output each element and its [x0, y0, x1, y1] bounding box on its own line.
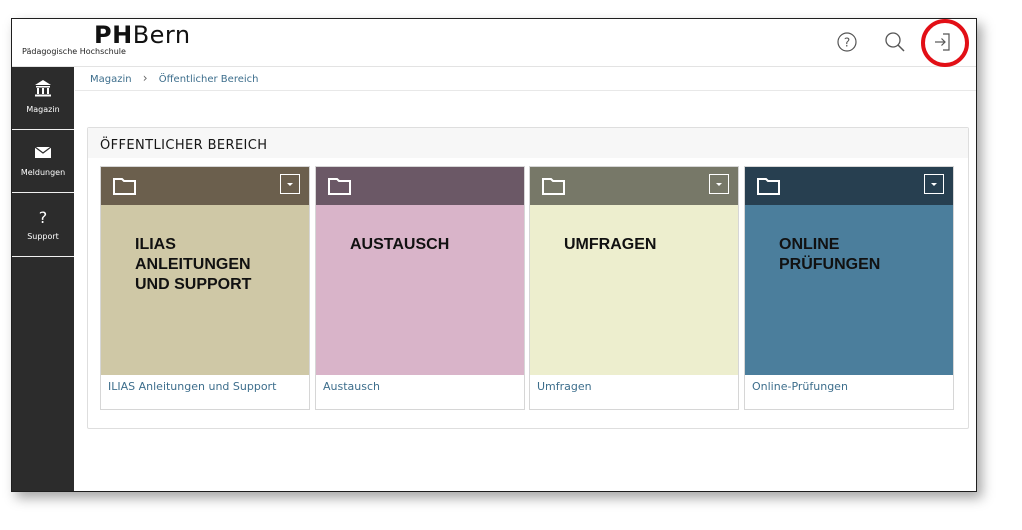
- sidebar-item-label: Support: [27, 232, 59, 241]
- tile-title-link[interactable]: ILIAS Anleitungen und Support: [108, 380, 276, 393]
- tile-title-link[interactable]: Online-Prüfungen: [752, 380, 848, 393]
- question-icon: ?: [12, 206, 74, 227]
- app-window: PHBern Pädagogische Hochschule ? Magazin…: [11, 18, 977, 492]
- tile-header: [530, 167, 738, 205]
- breadcrumb-item-magazin[interactable]: Magazin: [90, 74, 132, 85]
- divider: [75, 90, 976, 91]
- sidebar-item-label: Meldungen: [20, 168, 66, 177]
- content-panel: ÖFFENTLICHER BEREICH ILIAS ANLEITUNGEN U…: [87, 127, 969, 429]
- tile-umfragen[interactable]: UMFRAGEN Umfragen: [529, 166, 739, 410]
- search-icon[interactable]: [883, 30, 907, 54]
- svg-text:?: ?: [844, 36, 850, 50]
- page-title: ÖFFENTLICHER BEREICH: [100, 138, 268, 153]
- tile-actions-dropdown[interactable]: [280, 174, 300, 194]
- tile-image-text: AUSTAUSCH: [350, 236, 450, 253]
- top-header: PHBern Pädagogische Hochschule ?: [12, 19, 976, 67]
- folder-icon: [113, 176, 137, 196]
- bank-icon: [12, 79, 74, 99]
- sidebar-item-meldungen[interactable]: Meldungen: [12, 130, 74, 193]
- svg-text:?: ?: [39, 208, 48, 226]
- logo-subtitle: Pädagogische Hochschule: [22, 47, 126, 56]
- tile-ilias-anleitungen[interactable]: ILIAS ANLEITUNGEN UND SUPPORT ILIAS Anle…: [100, 166, 310, 410]
- tile-online-pruefungen[interactable]: ONLINE PRÜFUNGEN Online-Prüfungen: [744, 166, 954, 410]
- folder-icon: [757, 176, 781, 196]
- tile-image-text: ILIAS ANLEITUNGEN UND SUPPORT: [135, 236, 252, 293]
- tile-image-text: ONLINE PRÜFUNGEN: [779, 236, 881, 273]
- tile-header: [101, 167, 309, 205]
- sidebar-item-support[interactable]: ? Support: [12, 194, 74, 257]
- caret-down-icon: [931, 183, 937, 186]
- tile-image[interactable]: ONLINE PRÜFUNGEN: [745, 205, 953, 375]
- help-icon[interactable]: ?: [835, 30, 859, 54]
- logo-rest: Bern: [132, 21, 191, 49]
- logo[interactable]: PHBern: [94, 21, 191, 49]
- tile-image-text: UMFRAGEN: [564, 236, 657, 253]
- logo-strong: PH: [94, 21, 133, 49]
- tile-actions-dropdown[interactable]: [924, 174, 944, 194]
- tile-image[interactable]: AUSTAUSCH: [316, 205, 524, 375]
- envelope-icon: [12, 142, 74, 162]
- tile-image[interactable]: UMFRAGEN: [530, 205, 738, 375]
- caret-down-icon: [287, 183, 293, 186]
- tile-title-link[interactable]: Austausch: [323, 380, 380, 393]
- sidebar-item-magazin[interactable]: Magazin: [12, 67, 74, 130]
- caret-down-icon: [716, 183, 722, 186]
- breadcrumb: Magazin › Öffentlicher Bereich: [90, 71, 258, 85]
- tile-header: [745, 167, 953, 205]
- tile-title-link[interactable]: Umfragen: [537, 380, 592, 393]
- breadcrumb-item-current[interactable]: Öffentlicher Bereich: [159, 74, 259, 85]
- sidebar: Magazin Meldungen ? Support: [12, 67, 74, 491]
- tile-image[interactable]: ILIAS ANLEITUNGEN UND SUPPORT: [101, 205, 309, 375]
- tile-austausch[interactable]: AUSTAUSCH Austausch: [315, 166, 525, 410]
- folder-icon: [542, 176, 566, 196]
- highlight-circle: [921, 19, 969, 67]
- sidebar-item-label: Magazin: [26, 105, 60, 114]
- tile-header: [316, 167, 524, 205]
- chevron-right-icon: ›: [142, 71, 148, 85]
- folder-icon: [328, 176, 352, 196]
- tile-actions-dropdown[interactable]: [709, 174, 729, 194]
